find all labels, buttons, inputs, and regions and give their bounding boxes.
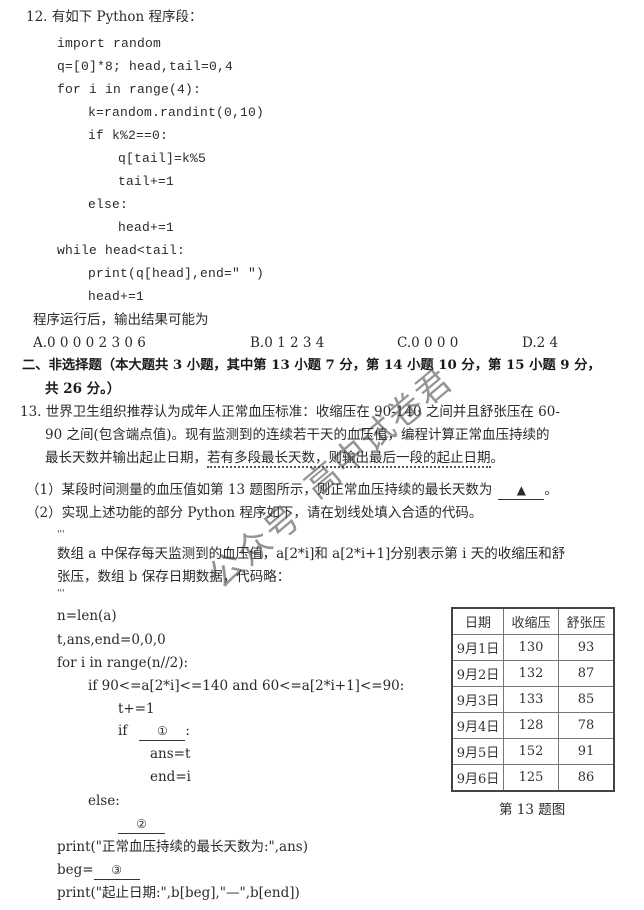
q12-prompt: 程序运行后，输出结果可能为 — [33, 312, 209, 328]
section2-heading-cont: 共 26 分。） — [45, 381, 121, 397]
table-header-systolic: 收缩压 — [503, 607, 559, 635]
q13-code-line: print("正常血压持续的最长天数为:",ans) — [57, 839, 308, 855]
q12-code-line: for i in range(4): — [57, 82, 202, 97]
table-cell-date: 9月2日 — [451, 660, 504, 687]
table-cell-diastolic: 87 — [558, 660, 615, 687]
q13-stem-period: 。 — [490, 450, 505, 466]
table-cell-diastolic: 78 — [558, 712, 615, 739]
q12-code-line: print(q[head],end=" ") — [88, 266, 265, 281]
blood-pressure-table: 日期 收缩压 舒张压 9月1日 130 93 9月2日 132 87 9月3日 … — [451, 607, 615, 792]
q13-code-line: for i in range(n//2): — [57, 655, 189, 671]
q12-code-line: k=random.randint(0,10) — [88, 105, 265, 120]
table-cell-date: 9月5日 — [451, 738, 504, 765]
q12-code-line: tail+=1 — [118, 174, 175, 189]
code-if-keyword: if — [118, 723, 128, 739]
q13-stem-text: 最长天数并输出起止日期， — [45, 450, 207, 466]
q12-code-line: import random — [57, 36, 162, 51]
table-cell-systolic: 125 — [503, 764, 559, 792]
table-cell-systolic: 130 — [503, 634, 559, 661]
table-cell-date: 9月3日 — [451, 686, 504, 713]
table-row: 9月6日 125 86 — [451, 764, 615, 792]
table-header-date: 日期 — [451, 607, 504, 635]
answer-blank-3[interactable]: ③ — [93, 861, 140, 880]
q12-code-line: q=[0]*8; head,tail=0,4 — [57, 59, 234, 74]
table-row: 9月1日 130 93 — [451, 634, 615, 661]
table-row: 9月5日 152 91 — [451, 738, 615, 765]
code-colon: : — [185, 723, 190, 739]
table-cell-date: 9月1日 — [451, 634, 504, 661]
table-header-row: 日期 收缩压 舒张压 — [451, 607, 615, 635]
q13-stem: 13. 世界卫生组织推荐认为成年人正常血压标准：收缩压在 90-140 之间并且… — [20, 404, 560, 420]
q13-part1-text: （1）某段时间测量的血压值如第 13 题图所示，则正常血压持续的最长天数为 — [26, 482, 493, 498]
q13-code-line: if ①: — [118, 722, 190, 741]
q12-code-line: head+=1 — [88, 289, 145, 304]
q12-title: 12. 有如下 Python 程序段： — [26, 9, 203, 25]
q12-code-line: if k%2==0: — [88, 128, 169, 143]
table-cell-date: 9月6日 — [451, 764, 504, 792]
table-row: 9月3日 133 85 — [451, 686, 615, 713]
q13-code-line: if 90<=a[2*i]<=140 and 60<=a[2*i+1]<=90: — [88, 678, 405, 694]
q13-comment: 张压，数组 b 保存日期数据，代码略： — [57, 569, 291, 585]
q12-code-line: head+=1 — [118, 220, 175, 235]
table-cell-systolic: 133 — [503, 686, 559, 713]
table-caption: 第 13 题图 — [499, 802, 566, 818]
table-row: 9月4日 128 78 — [451, 712, 615, 739]
answer-blank-2[interactable]: ② — [118, 815, 165, 834]
docstring-open: ''' — [57, 530, 65, 540]
q12-code-line: q[tail]=k%5 — [118, 151, 207, 166]
q13-part2: （2）实现上述功能的部分 Python 程序如下，请在划线处填入合适的代码。 — [26, 505, 483, 521]
q12-option-d: D.2 4 — [522, 335, 559, 351]
table-cell-diastolic: 91 — [558, 738, 615, 765]
section2-heading: 二、非选择题（本大题共 3 小题，其中第 13 小题 7 分，第 14 小题 1… — [22, 358, 601, 373]
q13-code-line: end=i — [150, 769, 191, 785]
table-cell-diastolic: 85 — [558, 686, 615, 713]
q13-code-line: n=len(a) — [57, 608, 117, 624]
answer-blank-triangle[interactable]: ▲ — [498, 481, 545, 500]
answer-blank-1[interactable]: ① — [139, 722, 186, 741]
q13-code-line: else: — [88, 793, 120, 809]
q12-code-line: while head<tail: — [57, 243, 186, 258]
table-header-diastolic: 舒张压 — [558, 607, 615, 635]
table-cell-date: 9月4日 — [451, 712, 504, 739]
q13-stem: 90 之间(包含端点值)。现有监测到的连续若干天的血压值，编程计算正常血压持续的 — [45, 427, 550, 443]
q13-stem: 最长天数并输出起止日期，若有多段最长天数，则输出最后一段的起止日期。 — [45, 449, 505, 468]
q13-code-line: t+=1 — [118, 701, 155, 717]
table-cell-diastolic: 86 — [558, 764, 615, 792]
q13-code-line: ans=t — [150, 746, 191, 762]
table-cell-systolic: 152 — [503, 738, 559, 765]
code-beg-assign: beg= — [57, 862, 94, 878]
table-cell-diastolic: 93 — [558, 634, 615, 661]
q13-comment: 数组 a 中保存每天监测到的血压值，a[2*i]和 a[2*i+1]分别表示第 … — [57, 546, 566, 562]
table-row: 9月2日 132 87 — [451, 660, 615, 687]
q13-part1: （1）某段时间测量的血压值如第 13 题图所示，则正常血压持续的最长天数为 ▲。 — [26, 481, 558, 500]
q13-code-line: beg= ③ — [57, 861, 140, 880]
q13-part1-end: 。 — [544, 482, 558, 498]
q13-code-line: print("起止日期:",b[beg],"—",b[end]) — [57, 885, 300, 901]
q13-stem-emphasis: 若有多段最长天数，则输出最后一段的起止日期 — [207, 450, 491, 468]
docstring-close: ''' — [57, 589, 65, 599]
q12-option-c: C.0 0 0 0 — [397, 335, 459, 351]
q12-option-a: A.0 0 0 0 2 3 0 6 — [33, 335, 146, 351]
q13-code-line: ② — [118, 815, 165, 834]
table-cell-systolic: 128 — [503, 712, 559, 739]
q13-code-line: t,ans,end=0,0,0 — [57, 632, 166, 648]
table-cell-systolic: 132 — [503, 660, 559, 687]
q12-code-line: else: — [88, 197, 129, 212]
q12-option-b: B.0 1 2 3 4 — [250, 335, 325, 351]
